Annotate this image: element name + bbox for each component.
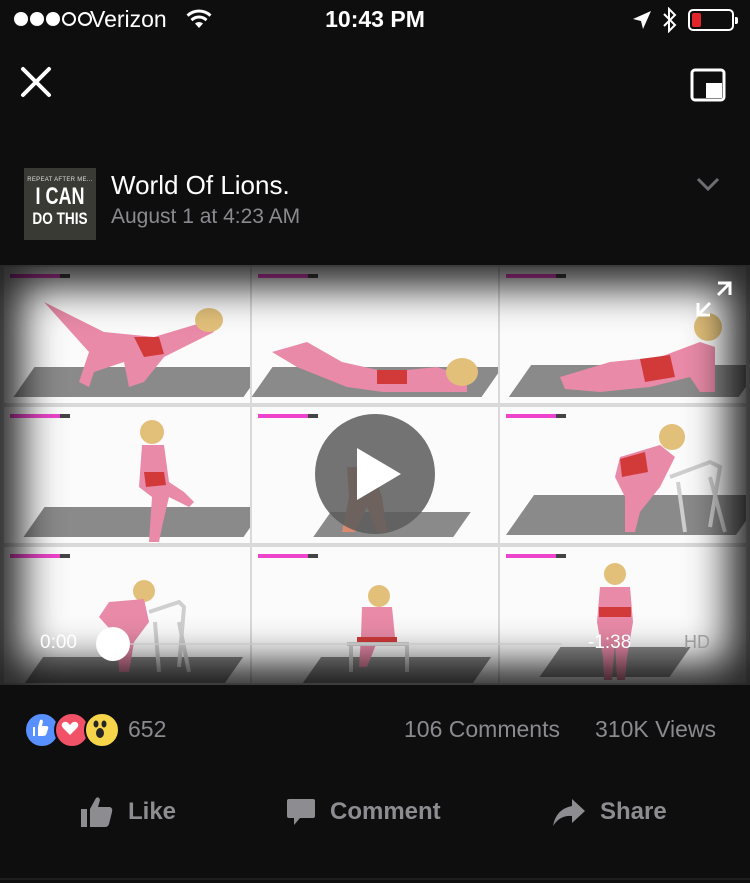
divider (0, 878, 750, 880)
play-button[interactable] (315, 414, 435, 534)
video-frame (4, 547, 250, 683)
comments-count[interactable]: 106 Comments (404, 716, 560, 743)
like-button[interactable]: Like (80, 790, 176, 834)
remaining-time: -1:38 (588, 632, 632, 653)
video-frame (252, 267, 498, 403)
video-player[interactable]: 0:00 -1:38 HD (0, 265, 750, 685)
picture-in-picture-button[interactable] (690, 68, 726, 102)
chevron-down-icon[interactable] (696, 176, 720, 192)
post-date[interactable]: August 1 at 4:23 AM (111, 205, 300, 229)
battery-icon (688, 9, 738, 31)
comment-label: Comment (330, 798, 441, 825)
video-frame (500, 407, 746, 543)
share-button[interactable]: Share (552, 790, 667, 834)
video-frame (252, 547, 498, 683)
seek-bar[interactable] (112, 643, 562, 645)
like-label: Like (128, 798, 177, 825)
thumbs-up-icon (81, 797, 113, 827)
video-frame (500, 547, 746, 683)
location-arrow-icon (633, 11, 651, 29)
close-button[interactable] (18, 64, 54, 100)
share-label: Share (600, 798, 667, 825)
wow-reaction-icon (84, 712, 120, 748)
status-bar: Verizon 10:43 PM (0, 0, 750, 40)
current-time: 0:00 (40, 632, 77, 653)
comment-button[interactable]: Comment (286, 790, 441, 834)
video-frame (4, 267, 250, 403)
reaction-count[interactable]: 652 (128, 716, 166, 743)
picture-in-picture-icon (690, 68, 726, 102)
hd-toggle[interactable]: HD (684, 632, 710, 653)
page-avatar[interactable]: REPEAT AFTER ME... I CAN DO THIS (24, 168, 96, 240)
close-icon (21, 67, 51, 97)
page-name[interactable]: World Of Lions. (111, 170, 290, 201)
comment-icon (287, 799, 315, 825)
seek-handle[interactable] (96, 627, 130, 661)
play-icon (357, 448, 401, 500)
expand-icon[interactable] (696, 281, 732, 317)
views-count: 310K Views (595, 716, 717, 742)
video-frame (4, 407, 250, 543)
bluetooth-icon (663, 7, 677, 33)
share-arrow-icon (553, 799, 585, 826)
